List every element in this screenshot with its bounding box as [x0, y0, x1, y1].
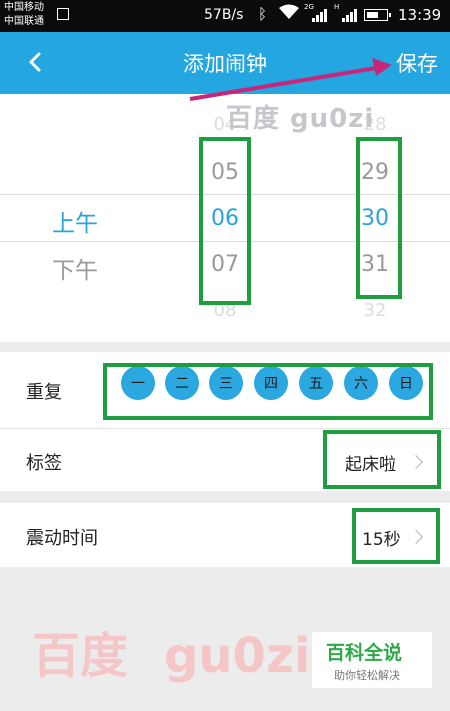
watermark-en: gu0zi — [164, 628, 311, 684]
annotation-arrow-icon — [189, 58, 392, 101]
baike-logo: 百科全说 助你轻松解决 — [312, 632, 432, 688]
logo-sub-text: 助你轻松解决 — [334, 669, 400, 682]
logo-main-text: 百科全说 — [326, 642, 403, 664]
watermark-cn: 百度 — [32, 628, 129, 684]
watermark-bottom: 百度 gu0zi — [32, 616, 310, 686]
